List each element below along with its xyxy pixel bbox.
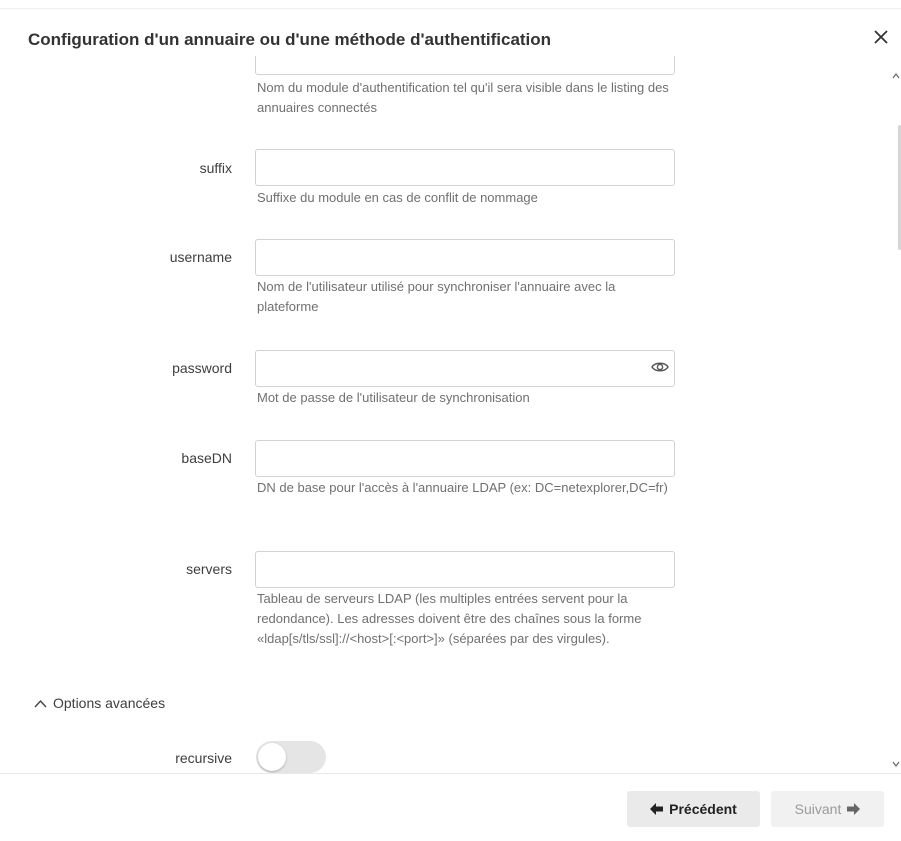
footer-divider [0, 773, 901, 774]
previous-button-label: Précédent [669, 801, 737, 817]
servers-help: Tableau de serveurs LDAP (les multiples … [257, 591, 642, 646]
username-help: Nom de l'utilisateur utilisé pour synchr… [257, 279, 616, 314]
recursive-toggle[interactable] [256, 741, 326, 773]
next-button-label: Suivant [794, 801, 842, 817]
username-label: username [169, 249, 232, 265]
password-input[interactable] [255, 350, 675, 387]
dialog-top-divider [0, 8, 901, 9]
password-help: Mot de passe de l'utilisateur de synchro… [257, 390, 530, 405]
scroll-up-icon[interactable] [890, 70, 901, 82]
arrow-right-icon [847, 803, 861, 815]
username-input[interactable] [255, 239, 675, 276]
close-icon [874, 30, 888, 44]
basedn-input[interactable] [255, 440, 675, 477]
module-name-input[interactable] [255, 56, 675, 75]
arrow-left-icon [650, 803, 664, 815]
module-name-help: Nom du module d'authentification tel qu'… [257, 80, 669, 115]
advanced-options-label: Options avancées [53, 695, 166, 711]
basedn-help: DN de base pour l'accès à l'annuaire LDA… [257, 480, 668, 495]
basedn-label: baseDN [181, 450, 232, 466]
toggle-knob [258, 743, 286, 771]
suffix-help: Suffixe du module en cas de conflit de n… [257, 190, 538, 205]
servers-label: servers [186, 561, 232, 577]
chevron-up-icon [34, 699, 47, 707]
previous-button[interactable]: Précédent [627, 791, 760, 827]
eye-icon[interactable] [651, 360, 669, 374]
close-button[interactable] [870, 26, 892, 48]
password-label: password [172, 360, 232, 376]
next-button[interactable]: Suivant [771, 791, 884, 827]
scroll-down-icon[interactable] [890, 758, 901, 770]
servers-input[interactable] [255, 551, 675, 588]
advanced-options-toggle[interactable]: Options avancées [34, 695, 165, 711]
recursive-label: recursive [175, 750, 232, 766]
dialog-title: Configuration d'un annuaire ou d'une mét… [28, 30, 552, 49]
suffix-input[interactable] [255, 149, 675, 186]
suffix-label: suffix [199, 160, 232, 176]
